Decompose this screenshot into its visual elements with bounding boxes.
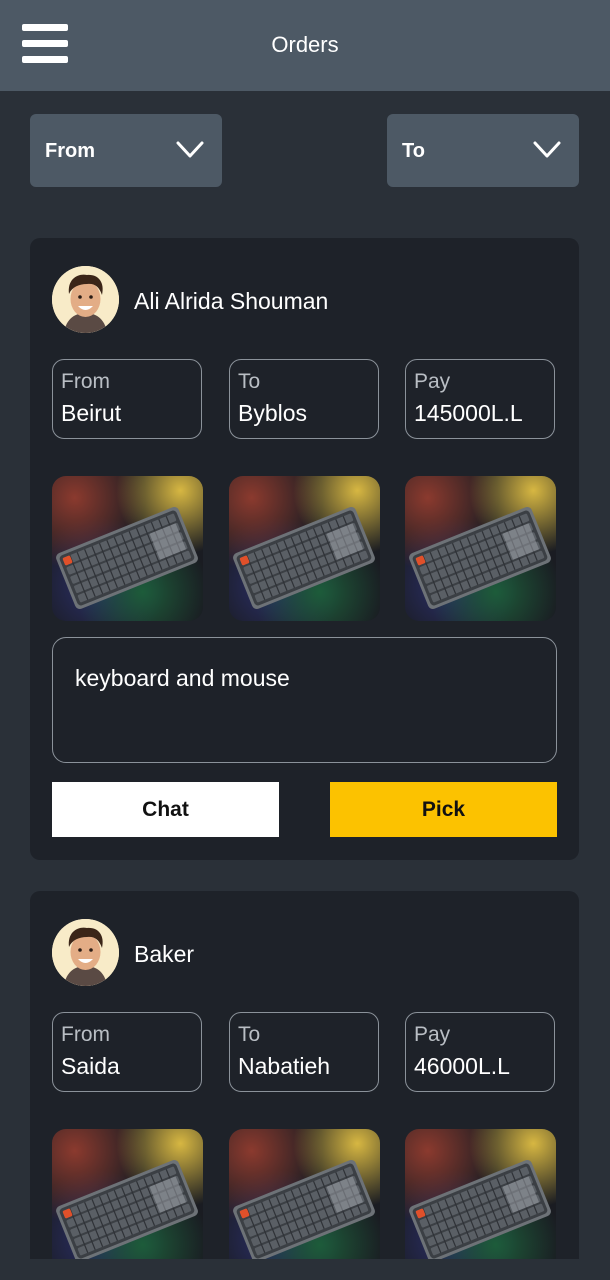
order-card: Ali Alrida Shouman From Beirut To Byblos… [30,238,579,860]
pay-field: Pay 145000L.L [405,359,555,439]
from-field-value: Beirut [61,400,122,426]
customer-name: Ali Alrida Shouman [134,288,329,314]
pay-field: Pay 46000L.L [405,1012,555,1092]
to-filter-label: To [402,140,425,162]
to-field: To Byblos [229,359,379,439]
avatar [52,919,119,986]
to-field-label: To [238,370,261,393]
top-app-bar: Orders [0,0,610,91]
item-photo[interactable] [52,476,203,621]
to-field-label: To [238,1023,261,1046]
item-photo[interactable] [52,1129,203,1259]
item-photo[interactable] [405,1129,556,1259]
chat-button[interactable]: Chat [52,782,279,837]
item-photo[interactable] [229,476,380,621]
pick-button[interactable]: Pick [330,782,557,837]
order-description: keyboard and mouse [75,665,290,691]
avatar [52,266,119,333]
pay-field-value: 46000L.L [414,1053,510,1079]
from-filter-dropdown[interactable]: From [30,114,222,187]
customer-name: Baker [134,941,195,967]
page-title: Orders [271,32,339,57]
pay-field-value: 145000L.L [414,400,523,426]
order-description-box: keyboard and mouse [52,637,557,763]
order-card: Baker From Saida To Nabatieh Pay 46000L.… [30,891,579,1259]
from-filter-label: From [45,140,95,162]
item-photo[interactable] [405,476,556,621]
item-photo[interactable] [229,1129,380,1259]
pay-field-label: Pay [414,370,451,393]
pay-field-label: Pay [414,1023,451,1046]
chevron-down-icon [533,141,561,158]
to-filter-dropdown[interactable]: To [387,114,579,187]
to-field-value: Byblos [238,400,308,426]
from-field: From Beirut [52,359,202,439]
from-field-label: From [61,1023,110,1046]
chevron-down-icon [176,141,204,158]
from-field-label: From [61,370,110,393]
from-field-value: Saida [61,1053,120,1079]
from-field: From Saida [52,1012,202,1092]
to-field: To Nabatieh [229,1012,379,1092]
to-field-value: Nabatieh [238,1053,331,1079]
